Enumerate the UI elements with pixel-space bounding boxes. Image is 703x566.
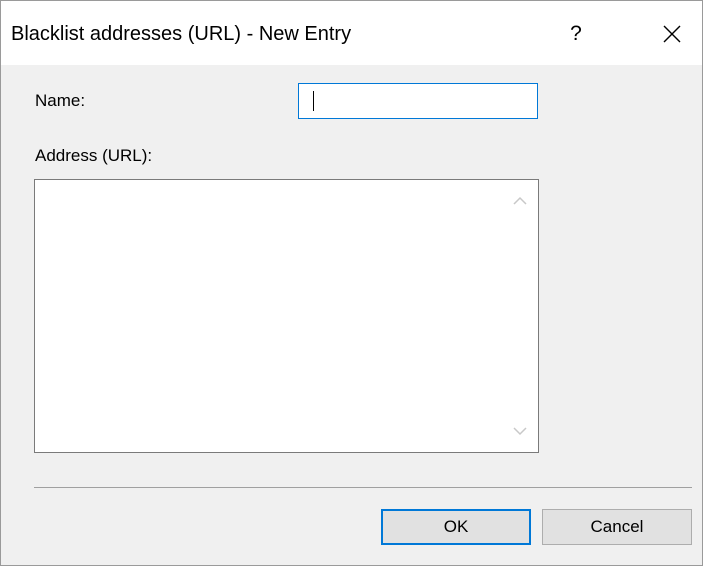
footer-divider bbox=[34, 487, 692, 488]
close-button[interactable] bbox=[647, 13, 697, 55]
title-bar: Blacklist addresses (URL) - New Entry ? bbox=[1, 1, 702, 65]
help-icon: ? bbox=[570, 22, 582, 45]
dialog-window: Blacklist addresses (URL) - New Entry ? … bbox=[0, 0, 703, 566]
name-input[interactable] bbox=[298, 83, 538, 119]
chevron-down-icon[interactable] bbox=[512, 425, 528, 437]
address-field[interactable] bbox=[34, 179, 539, 453]
help-button[interactable]: ? bbox=[549, 13, 603, 55]
text-caret bbox=[313, 91, 314, 111]
cancel-button[interactable]: Cancel bbox=[542, 509, 692, 545]
chevron-up-icon[interactable] bbox=[512, 195, 528, 207]
name-label: Name: bbox=[35, 91, 86, 110]
address-textarea[interactable] bbox=[35, 180, 501, 452]
address-scrollbar[interactable] bbox=[502, 180, 538, 452]
close-icon bbox=[663, 25, 681, 43]
address-label: Address (URL): bbox=[35, 146, 153, 165]
ok-button[interactable]: OK bbox=[381, 509, 531, 545]
window-title: Blacklist addresses (URL) - New Entry bbox=[11, 23, 352, 45]
